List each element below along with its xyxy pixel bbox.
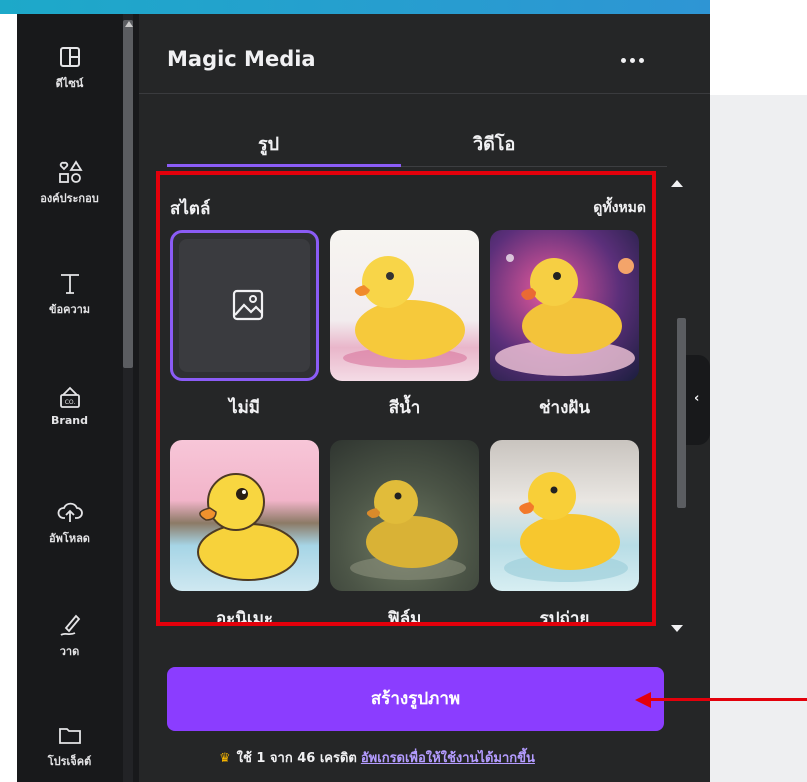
top-accent-strip [0,0,710,14]
active-tab-indicator [167,164,401,167]
header-divider [139,93,710,94]
upgrade-link[interactable]: อัพเกรดเพื่อให้ใช้งานได้มากขึ้น [361,751,535,766]
image-placeholder-icon [232,289,264,321]
style-label: สีน้ำ [388,398,421,418]
sidebar-item-label: Brand [51,414,88,427]
scroll-down-icon[interactable] [671,625,683,632]
layout-icon [59,47,80,67]
sidebar-item-brand[interactable]: CO. Brand [17,384,122,427]
panel-title: Magic Media [167,47,316,71]
style-tile-anime[interactable] [170,440,319,591]
annotation-arrow [648,698,807,701]
magic-media-panel: Magic Media รูป วิดีโอ สไตล์ ดูทั้งหมด ไ… [139,14,710,782]
sidebar-item-label: โปรเจ็คต์ [47,755,92,768]
sidebar-item-label: อัพโหลด [49,532,90,545]
style-tile-dreamy[interactable] [490,230,639,381]
style-label: อะนิเมะ [215,609,274,626]
upload-cloud-icon [57,502,83,522]
style-label: รูปถ่าย [539,609,590,626]
duck-thumbnail [504,472,628,582]
style-tile-none[interactable] [170,230,319,381]
chevron-left-icon: ‹ [694,391,700,406]
dot-icon [630,58,635,63]
duck-thumbnail [495,254,635,376]
sidebar-item-label: องค์ประกอบ [40,192,99,205]
text-icon [60,274,79,294]
create-image-button[interactable]: สร้างรูปภาพ [167,667,664,731]
brand-kit-icon: CO. [59,386,80,408]
credits-info: ♛ ใช้ 1 จาก 46 เครดิต อัพเกรดเพื่อให้ใช้งา… [219,747,535,768]
style-tile-film[interactable] [330,440,479,591]
duck-thumbnail [350,480,466,580]
folder-icon [58,728,81,744]
duck-thumbnail [197,473,299,581]
dot-icon [621,58,626,63]
credits-text: ใช้ 1 จาก 46 เครดิต [236,751,357,766]
sidebar-item-label: ดีไซน์ [55,77,84,90]
dot-icon [639,58,644,63]
sidebar-item-label: ข้อความ [48,303,91,316]
style-tile-watercolor[interactable] [330,230,479,381]
sidebar-item-label: วาด [59,645,80,658]
tab-image[interactable]: รูป [258,129,279,158]
sidebar-item-elements[interactable]: องค์ประกอบ [17,159,122,207]
more-options-button[interactable] [619,48,659,70]
crown-icon: ♛ [219,751,231,766]
canvas-area [710,95,807,782]
sidebar-item-projects[interactable]: โปรเจ็คต์ [17,722,122,770]
styles-section: สไตล์ ดูทั้งหมด ไม่มี สีน้ำ ช่างฝัน อะนิ… [156,171,656,626]
see-all-link[interactable]: ดูทั้งหมด [593,197,646,219]
annotation-arrow-head [635,692,651,708]
styles-title: สไตล์ [170,199,211,219]
sidebar-item-text[interactable]: ข้อความ [17,270,122,318]
scroll-up-icon[interactable] [125,21,133,27]
sidebar-item-design[interactable]: ดีไซน์ [17,44,122,92]
styles-scrollbar-thumb[interactable] [677,318,686,508]
duck-thumbnail [343,256,467,368]
style-label: ไม่มี [229,398,260,418]
svg-text:CO.: CO. [64,399,75,406]
side-rail: ดีไซน์ องค์ประกอบ ข้อความ CO. Brand อัพโ… [17,14,139,782]
style-label: ฟิล์ม [387,609,422,626]
rail-scrollbar-thumb[interactable] [123,20,133,368]
sidebar-item-draw[interactable]: วาด [17,612,122,660]
tab-video[interactable]: วิดีโอ [473,129,515,158]
sidebar-item-uploads[interactable]: อัพโหลด [17,499,122,547]
scroll-up-icon[interactable] [671,180,683,187]
collapse-panel-button[interactable]: ‹ [686,355,710,445]
tile-inner [179,239,310,372]
style-tile-photo[interactable] [490,440,639,591]
shapes-icon [58,160,83,183]
style-label: ช่างฝัน [539,398,590,418]
draw-pen-icon [59,614,80,636]
